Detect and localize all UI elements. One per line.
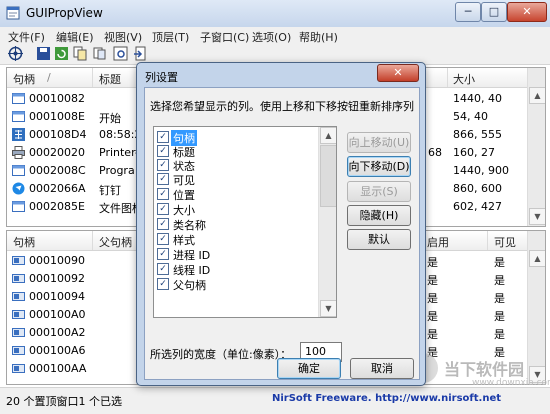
status-bar: 20 个置顶窗口1 个已选 NirSoft Freeware. http://w… [0, 387, 550, 414]
column-checklist[interactable]: ✓ 句柄 ✓ 标题 ✓ 状态 ✓ 可见 ✓ 位置 ✓ 大小 ✓ 类名称 ✓ 样式… [153, 126, 337, 318]
control-icon [12, 346, 25, 355]
checkbox[interactable]: ✓ [157, 188, 169, 200]
copy-icon[interactable] [73, 46, 88, 61]
scroll-down-arrow[interactable]: ▼ [529, 208, 545, 225]
dingtalk-icon [12, 182, 25, 195]
app-icon [6, 6, 20, 20]
default-button[interactable]: 默认 [347, 229, 411, 250]
bottom-list-scrollbar[interactable]: ▲ ▼ [527, 231, 545, 384]
refresh-icon[interactable] [54, 46, 69, 61]
close-button[interactable]: ✕ [507, 2, 547, 22]
dialog-body: 选择您希望显示的列。使用上移和下移按钮重新排序列 ✓ 句柄 ✓ 标题 ✓ 状态 … [144, 87, 420, 380]
copy-alt-icon[interactable] [92, 46, 107, 61]
app-grid-icon [12, 128, 25, 141]
sort-indicator: / [47, 71, 51, 84]
minimize-button[interactable]: ─ [455, 2, 481, 22]
column-settings-dialog: 列设置 ✕ 选择您希望显示的列。使用上移和下移按钮重新排序列 ✓ 句柄 ✓ 标题… [136, 62, 426, 386]
target-icon[interactable] [8, 46, 23, 61]
control-icon [12, 256, 25, 265]
column-header-size[interactable]: 大小 [453, 71, 475, 87]
checkbox[interactable]: ✓ [157, 203, 169, 215]
menu-child[interactable]: 子窗口(C) [200, 29, 249, 45]
checkbox[interactable]: ✓ [157, 278, 169, 290]
column-header-enabled[interactable]: 启用 [427, 234, 449, 250]
hide-button[interactable]: 隐藏(H) [347, 205, 411, 226]
menu-bar: 文件(F) 编辑(E) 视图(V) 顶层(T) 子窗口(C) 选项(O) 帮助(… [0, 27, 550, 45]
control-icon [12, 274, 25, 283]
show-button[interactable]: 显示(S) [347, 181, 411, 202]
checklist-scrollbar[interactable]: ▲ ▼ [318, 127, 336, 317]
checkbox[interactable]: ✓ [157, 131, 169, 143]
nirsoft-link[interactable]: NirSoft Freeware. http://www.nirsoft.net [272, 393, 501, 404]
checkbox[interactable]: ✓ [157, 145, 169, 157]
dialog-instruction: 选择您希望显示的列。使用上移和下移按钮重新排序列 [150, 100, 414, 113]
watermark-text: 当下软件园 [444, 360, 525, 379]
column-header-visible[interactable]: 可见 [494, 234, 516, 250]
menu-help[interactable]: 帮助(H) [299, 29, 338, 45]
scroll-thumb[interactable] [320, 145, 336, 207]
top-list-scrollbar[interactable]: ▲ ▼ [527, 68, 545, 226]
column-header-handle[interactable]: 句柄 [13, 234, 35, 250]
window-icon [12, 111, 25, 122]
window-title: GUIPropView [26, 6, 103, 20]
dialog-close-button[interactable]: ✕ [377, 64, 419, 82]
menu-options[interactable]: 选项(O) [252, 29, 291, 45]
column-header-title[interactable]: 标题 [99, 71, 121, 87]
menu-view[interactable]: 视图(V) [104, 29, 142, 45]
properties-icon[interactable] [113, 46, 128, 61]
control-icon [12, 310, 25, 319]
window-icon [12, 93, 25, 104]
scroll-down-arrow[interactable]: ▼ [320, 300, 336, 317]
column-header-handle[interactable]: 句柄 [13, 71, 35, 87]
move-up-button[interactable]: 向上移动(U) [347, 132, 411, 153]
scroll-up-arrow[interactable]: ▲ [529, 87, 545, 104]
control-icon [12, 292, 25, 301]
title-bar: GUIPropView ─ □ ✕ [0, 0, 550, 28]
window-icon [12, 165, 25, 176]
checkbox[interactable]: ✓ [157, 233, 169, 245]
status-text: 20 个置顶窗口1 个已选 [6, 395, 122, 408]
menu-edit[interactable]: 编辑(E) [56, 29, 94, 45]
maximize-button[interactable]: □ [481, 2, 507, 22]
column-header-parent-handle[interactable]: 父句柄 [99, 234, 132, 250]
scroll-up-arrow[interactable]: ▲ [529, 250, 545, 267]
checkbox[interactable]: ✓ [157, 173, 169, 185]
column-width-label: 所选列的宽度（单位:像素）： [150, 348, 292, 361]
menu-toplevel[interactable]: 顶层(T) [152, 29, 189, 45]
window-icon [12, 201, 25, 212]
checkbox[interactable]: ✓ [157, 248, 169, 260]
menu-file[interactable]: 文件(F) [8, 29, 45, 45]
save-icon[interactable] [36, 46, 51, 61]
dialog-title: 列设置 [145, 71, 178, 84]
control-icon [12, 364, 25, 373]
exit-icon[interactable] [133, 46, 148, 61]
ok-button[interactable]: 确定 [277, 358, 341, 379]
checkbox[interactable]: ✓ [157, 218, 169, 230]
checkbox[interactable]: ✓ [157, 159, 169, 171]
control-icon [12, 328, 25, 337]
printer-icon [12, 146, 25, 159]
move-down-button[interactable]: 向下移动(D) [347, 156, 411, 177]
cancel-button[interactable]: 取消 [350, 358, 414, 379]
checkbox[interactable]: ✓ [157, 263, 169, 275]
scroll-up-arrow[interactable]: ▲ [320, 127, 336, 144]
